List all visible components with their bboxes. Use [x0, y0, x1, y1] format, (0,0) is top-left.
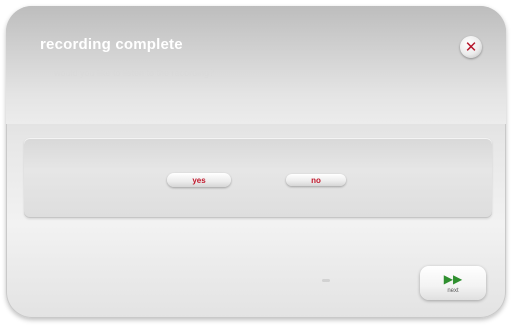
no-button[interactable]: no: [286, 174, 346, 186]
recording-complete-dialog: recording complete would you like to lis…: [6, 6, 506, 318]
next-label: next: [447, 287, 459, 294]
close-button[interactable]: ✕: [460, 36, 482, 58]
fast-forward-icon: ▶▶: [443, 271, 463, 286]
dialog-header: [6, 6, 506, 124]
dialog-title: recording complete: [40, 36, 183, 53]
yes-button[interactable]: yes: [167, 173, 231, 187]
next-button[interactable]: ▶▶ next: [420, 266, 486, 300]
dialog-subtitle: would you like to listen to the recordin…: [54, 68, 215, 78]
faint-marker: [322, 279, 330, 282]
question-panel: yes no: [24, 138, 492, 218]
close-icon: ✕: [464, 38, 478, 56]
